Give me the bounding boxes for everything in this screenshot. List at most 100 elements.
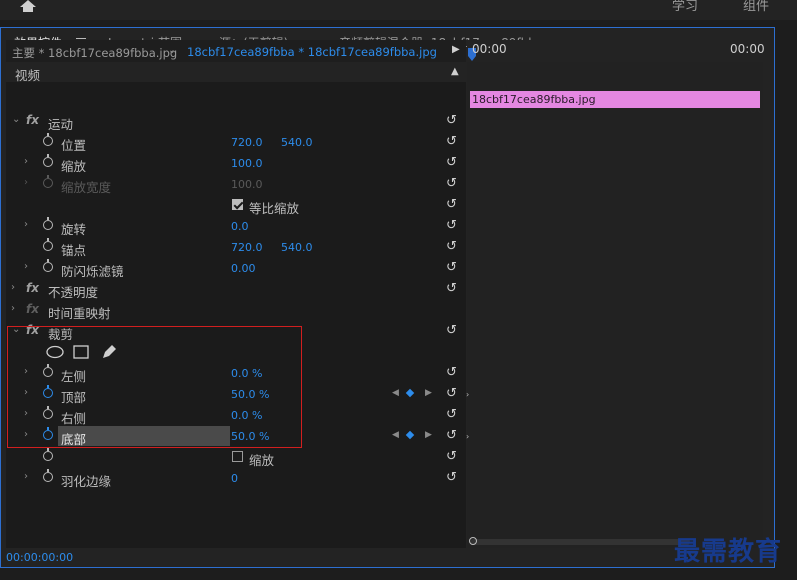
stopwatch-icon[interactable] xyxy=(43,469,53,482)
scale-width-value: 100.0 xyxy=(231,178,263,191)
current-timecode[interactable]: 00:00:00:00 xyxy=(6,551,73,564)
scale-value[interactable]: 100.0 xyxy=(231,157,263,170)
property-label: 锚点 xyxy=(61,243,87,258)
anchor-x-value[interactable]: 720.0 xyxy=(231,241,263,254)
position-x-value[interactable]: 720.0 xyxy=(231,136,263,149)
reset-icon[interactable]: ↺ xyxy=(446,218,457,233)
sequence-clip-label[interactable]: 18cbf17cea89fbba * 18cbf17cea89fbba.jpg xyxy=(187,45,437,59)
timeline-scrollbar[interactable] xyxy=(469,537,690,545)
clip-selector-bar: 主要 * 18cbf17cea89fbba.jpg ⌄ 18cbf17cea89… xyxy=(6,40,466,62)
prev-keyframe-icon[interactable]: ◀ xyxy=(392,430,399,440)
home-icon[interactable] xyxy=(18,0,38,12)
prev-keyframe-icon[interactable]: ◀ xyxy=(392,388,399,398)
reset-icon[interactable]: ↺ xyxy=(446,470,457,485)
antiflicker-value[interactable]: 0.00 xyxy=(231,262,256,275)
row-opacity[interactable]: › fx 不透明度 ↺ xyxy=(6,279,466,300)
row-position[interactable]: 位置 720.0 540.0 ↺ xyxy=(6,132,466,153)
chevron-down-icon[interactable]: ⌄ xyxy=(12,114,20,125)
row-time-remap[interactable]: › fx 时间重映射 xyxy=(6,300,466,321)
chevron-right-icon[interactable]: › xyxy=(11,282,15,293)
timeline-ruler[interactable]: 00:00 00:00 xyxy=(467,40,765,64)
reset-icon[interactable]: ↺ xyxy=(446,113,457,128)
stopwatch-icon[interactable] xyxy=(43,448,53,461)
anchor-y-value[interactable]: 540.0 xyxy=(281,241,313,254)
video-section-header: 视频 ▲ xyxy=(6,62,466,83)
ruler-end-time: 00:00 xyxy=(730,42,765,56)
chevron-right-icon[interactable]: › xyxy=(24,471,28,482)
position-y-value[interactable]: 540.0 xyxy=(281,136,313,149)
reset-icon[interactable]: ↺ xyxy=(446,365,457,380)
chevron-right-icon[interactable]: › xyxy=(24,156,28,167)
fx-icon: fx xyxy=(26,302,39,316)
reset-icon[interactable]: ↺ xyxy=(446,281,457,296)
reset-icon[interactable]: ↺ xyxy=(446,407,457,422)
chevron-right-icon[interactable]: › xyxy=(24,261,28,272)
stopwatch-icon[interactable] xyxy=(43,259,53,272)
uniform-scale-checkbox[interactable] xyxy=(232,199,243,210)
row-scale[interactable]: › 缩放 100.0 ↺ xyxy=(6,153,466,174)
reset-icon[interactable]: ↺ xyxy=(446,155,457,170)
keyframe-marker-icon: › xyxy=(466,390,470,399)
property-label: 羽化边缘 xyxy=(61,474,112,489)
reset-icon[interactable]: ↺ xyxy=(446,386,457,401)
reset-icon[interactable]: ↺ xyxy=(446,260,457,275)
reset-icon[interactable]: ↺ xyxy=(446,428,457,443)
row-crop-zoom[interactable]: 缩放 ↺ xyxy=(6,447,466,468)
fx-icon[interactable]: fx xyxy=(26,281,39,295)
keyframe-diamond-icon[interactable] xyxy=(405,388,415,398)
row-anchor[interactable]: 锚点 720.0 540.0 ↺ xyxy=(6,237,466,258)
chevron-down-icon[interactable]: ⌄ xyxy=(168,45,176,56)
stopwatch-icon[interactable] xyxy=(43,154,53,167)
property-label: 缩放宽度 xyxy=(61,180,112,195)
crop-highlight-box xyxy=(7,326,302,448)
stopwatch-icon[interactable] xyxy=(43,238,53,251)
row-rotation[interactable]: › 旋转 0.0 ↺ xyxy=(6,216,466,237)
timeline-clip[interactable]: 18cbf17cea89fbba.jpg xyxy=(470,91,760,108)
row-motion[interactable]: ⌄ fx 运动 ↺ xyxy=(6,111,466,132)
chevron-right-icon[interactable]: › xyxy=(11,303,15,314)
property-label: 位置 xyxy=(61,138,87,153)
checkbox-label: 等比缩放 xyxy=(249,201,300,216)
collapse-up-icon[interactable]: ▲ xyxy=(451,66,459,77)
master-clip-label[interactable]: 主要 * 18cbf17cea89fbba.jpg xyxy=(12,45,177,61)
stopwatch-icon xyxy=(43,175,53,188)
timeline-clip-name: 18cbf17cea89fbba.jpg xyxy=(472,93,596,106)
chevron-right-icon[interactable]: › xyxy=(24,219,28,230)
effect-name: 不透明度 xyxy=(48,285,99,300)
zoom-checkbox[interactable] xyxy=(232,451,243,462)
next-keyframe-icon[interactable]: ▶ xyxy=(425,430,432,440)
row-uniform-scale[interactable]: 等比缩放 ↺ xyxy=(6,195,466,216)
reset-icon[interactable]: ↺ xyxy=(446,239,457,254)
effect-timeline[interactable] xyxy=(467,62,763,548)
property-label: 旋转 xyxy=(61,222,87,237)
feather-value[interactable]: 0 xyxy=(231,472,238,485)
reset-icon[interactable]: ↺ xyxy=(446,176,457,191)
reset-icon[interactable]: ↺ xyxy=(446,323,457,338)
workspace-assembly[interactable]: 组件 xyxy=(743,0,769,14)
checkbox-label: 缩放 xyxy=(249,453,275,468)
section-label: 视频 xyxy=(15,68,41,83)
top-bar: 学习 组件 xyxy=(0,0,797,20)
play-triangle-icon[interactable]: ▶ xyxy=(452,44,460,55)
reset-icon[interactable]: ↺ xyxy=(446,134,457,149)
fx-icon[interactable]: fx xyxy=(26,113,39,127)
row-antiflicker[interactable]: › 防闪烁滤镜 0.00 ↺ xyxy=(6,258,466,279)
scroll-handle[interactable] xyxy=(469,537,477,545)
keyframe-diamond-icon[interactable] xyxy=(405,430,415,440)
rotation-value[interactable]: 0.0 xyxy=(231,220,249,233)
keyframe-marker-icon: › xyxy=(466,432,470,441)
row-feather-edges[interactable]: › 羽化边缘 0 ↺ xyxy=(6,468,466,489)
effect-name: 运动 xyxy=(48,117,74,132)
property-label: 防闪烁滤镜 xyxy=(61,264,124,279)
ruler-start-time: 00:00 xyxy=(472,42,507,56)
watermark-logo: 最需教育 xyxy=(674,537,783,567)
next-keyframe-icon[interactable]: ▶ xyxy=(425,388,432,398)
workspace-learn[interactable]: 学习 xyxy=(672,0,698,14)
reset-icon[interactable]: ↺ xyxy=(446,449,457,464)
stopwatch-icon[interactable] xyxy=(43,133,53,146)
property-label: 缩放 xyxy=(61,159,87,174)
effect-properties-list: 视频 ▲ ⌄ fx 运动 ↺ 位置 720.0 540.0 ↺ › 缩放 100… xyxy=(6,62,466,548)
reset-icon[interactable]: ↺ xyxy=(446,197,457,212)
row-scale-width: › 缩放宽度 100.0 ↺ xyxy=(6,174,466,195)
stopwatch-icon[interactable] xyxy=(43,217,53,230)
